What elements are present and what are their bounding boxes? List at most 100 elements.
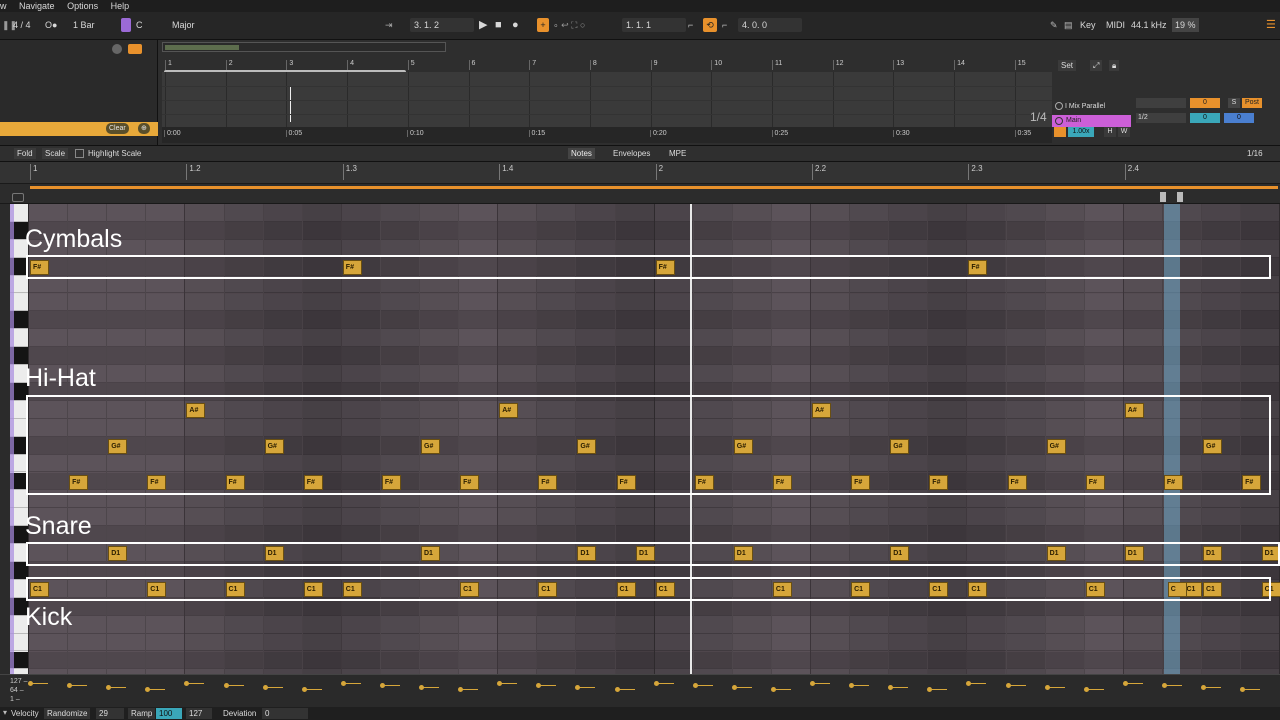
record-button[interactable]: ● xyxy=(512,18,519,32)
highlight-scale-checkbox[interactable] xyxy=(75,149,84,158)
draw-mode-icon[interactable]: ✎ xyxy=(1050,18,1058,32)
velocity-handle[interactable] xyxy=(1201,685,1206,690)
velocity-handle[interactable] xyxy=(653,681,659,686)
post-button[interactable]: Post xyxy=(1242,98,1262,108)
key-map-button[interactable]: Key xyxy=(1080,18,1096,32)
velocity-handle[interactable] xyxy=(614,687,620,692)
track-mix-parallel[interactable]: I Mix Parallel xyxy=(1053,101,1131,112)
velocity-handle[interactable] xyxy=(379,683,385,688)
send-slider[interactable] xyxy=(1136,98,1186,108)
menu-item-view[interactable]: w xyxy=(0,1,7,11)
width-field[interactable]: 0 xyxy=(1224,113,1254,123)
velocity-handle[interactable] xyxy=(770,687,776,692)
pan-field[interactable]: 0 xyxy=(1190,113,1220,123)
menu-item-options[interactable]: Options xyxy=(67,1,98,11)
velocity-handle[interactable] xyxy=(28,681,33,686)
loop-toggle-button[interactable]: ⟲ xyxy=(703,18,717,32)
velocity-handle[interactable] xyxy=(1005,683,1011,688)
arrangement-timeline[interactable]: 1 2 3 4 5 6 7 8 9 10 11 12 13 14 15 0:00 0:05 0:10 0:15 0:… xyxy=(162,40,1052,145)
h-button[interactable]: H xyxy=(1104,127,1116,137)
volume-field[interactable]: 0 xyxy=(1190,98,1220,108)
deviation-value[interactable]: 0 xyxy=(262,708,308,719)
w-button[interactable]: W xyxy=(1118,127,1130,137)
randomize-value[interactable]: 29 xyxy=(96,708,124,719)
velocity-handle[interactable] xyxy=(340,681,346,686)
automation-arm-icon[interactable]: ∘ ↩ ⛶ ○ xyxy=(553,18,585,32)
menu-item-help[interactable]: Help xyxy=(111,1,130,11)
hamburger-menu-icon[interactable]: ☰ xyxy=(1266,18,1276,32)
ramp-end-value[interactable]: 127 xyxy=(186,708,212,719)
overview-scrollbar[interactable] xyxy=(162,42,446,52)
song-position-field[interactable]: 3. 1. 2 xyxy=(410,18,474,32)
grid-setting[interactable]: 1/16 xyxy=(1244,148,1266,159)
velocity-stem[interactable] xyxy=(577,687,596,688)
scale-button[interactable]: Scale xyxy=(42,148,69,159)
punch-in-icon[interactable]: ⌐ xyxy=(688,18,693,32)
velocity-handle[interactable] xyxy=(1083,687,1089,692)
expand-icon[interactable]: ⤢ xyxy=(1090,60,1103,71)
velocity-handle[interactable] xyxy=(888,685,894,690)
velocity-handle[interactable] xyxy=(731,685,737,690)
velocity-handle[interactable] xyxy=(966,681,972,686)
loop-bar[interactable] xyxy=(0,184,1280,204)
main-activate-icon[interactable] xyxy=(1055,117,1063,125)
marker-left-icon[interactable] xyxy=(1160,192,1166,202)
tempo-zoom-field[interactable]: 1.00x xyxy=(1068,127,1094,137)
set-button[interactable]: Set xyxy=(1058,60,1077,71)
tab-envelopes[interactable]: Envelopes xyxy=(610,148,653,159)
loop-length-field[interactable]: 4. 0. 0 xyxy=(738,18,802,32)
velocity-handle[interactable] xyxy=(536,683,542,688)
warp-icon[interactable] xyxy=(1054,127,1066,137)
fold-keys-icon[interactable] xyxy=(12,193,24,202)
velocity-handle[interactable] xyxy=(145,687,151,692)
loop-start-field[interactable]: 1. 1. 1 xyxy=(622,18,686,32)
solo-button[interactable]: S xyxy=(1228,98,1240,108)
velocity-handle[interactable] xyxy=(262,685,268,690)
ramp-start-value[interactable]: 100 xyxy=(156,708,182,719)
velocity-stem[interactable] xyxy=(186,683,205,684)
velocity-handle[interactable] xyxy=(1122,681,1128,686)
tab-notes[interactable]: Notes xyxy=(568,148,595,159)
computer-keyboard-icon[interactable]: ▤ xyxy=(1064,18,1073,32)
quantize-menu[interactable]: 1 Bar xyxy=(73,18,95,32)
velocity-handle[interactable] xyxy=(575,685,581,690)
ramp-button[interactable]: Ramp xyxy=(128,708,156,719)
play-button[interactable]: ▶ xyxy=(479,18,487,32)
key-root-select[interactable]: C xyxy=(136,18,143,32)
velocity-stem[interactable] xyxy=(968,683,987,684)
fold-button[interactable]: Fold xyxy=(14,148,36,159)
velocity-handle[interactable] xyxy=(67,683,73,688)
scale-mode-icon[interactable] xyxy=(121,18,131,32)
marker-right-icon[interactable] xyxy=(1177,192,1183,202)
velocity-handle[interactable] xyxy=(184,681,190,686)
punch-out-icon[interactable]: ⌐ xyxy=(722,18,727,32)
velocity-handle[interactable] xyxy=(1044,685,1050,690)
velocity-handle[interactable] xyxy=(106,685,112,690)
track-activate-icon[interactable] xyxy=(1055,102,1063,110)
velocity-handle[interactable] xyxy=(497,681,503,686)
velocity-handle[interactable] xyxy=(223,683,229,688)
meter-display[interactable]: 4 / 4 xyxy=(13,18,31,32)
follow-icon[interactable]: ⇥ xyxy=(385,18,393,32)
scale-select[interactable]: Major xyxy=(172,18,195,32)
device-menu-icon[interactable] xyxy=(128,44,142,54)
close-icon[interactable] xyxy=(112,44,122,54)
velocity-handle[interactable] xyxy=(927,687,933,692)
metronome-toggle[interactable]: O● xyxy=(45,18,57,32)
overdub-button[interactable]: + xyxy=(537,18,549,32)
loop-region-marker[interactable] xyxy=(30,186,1278,189)
velocity-handle[interactable] xyxy=(849,683,855,688)
menu-item-navigate[interactable]: Navigate xyxy=(19,1,55,11)
velocity-handle[interactable] xyxy=(1161,683,1167,688)
lock-icon[interactable]: 🔒︎ xyxy=(1109,60,1120,71)
randomize-button[interactable]: Randomize xyxy=(44,708,91,719)
stop-button[interactable]: ■ xyxy=(495,18,502,32)
track-main[interactable]: Main xyxy=(1052,115,1131,127)
velocity-handle[interactable] xyxy=(301,687,307,692)
arrangement-clip-grid[interactable] xyxy=(162,72,1052,127)
velocity-handle[interactable] xyxy=(419,685,424,690)
beat-ruler[interactable]: 11.21.31.422.22.32.433.23.33.444.24.34.4 xyxy=(0,162,1280,184)
midi-map-button[interactable]: MIDI xyxy=(1106,18,1125,32)
velocity-lane[interactable]: 127 – 64 – 1 – xyxy=(0,674,1280,707)
clear-button[interactable]: Clear xyxy=(106,123,129,134)
